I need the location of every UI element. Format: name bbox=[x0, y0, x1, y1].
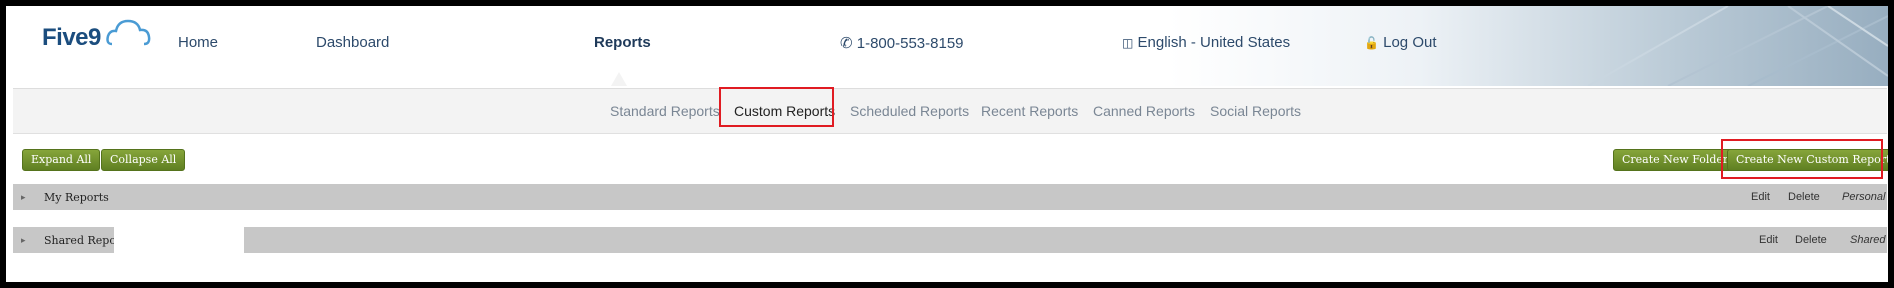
folder-delete-link[interactable]: Delete bbox=[1795, 234, 1827, 246]
logo-text: Five9 bbox=[42, 24, 101, 51]
folder-edit-link[interactable]: Edit bbox=[1751, 191, 1770, 203]
folder-scope: Personal bbox=[1842, 191, 1886, 203]
phone-number: 1-800-553-8159 bbox=[856, 35, 964, 52]
tab-recent-reports[interactable]: Recent Reports bbox=[981, 103, 1078, 119]
expand-arrow-icon[interactable]: ▸ bbox=[21, 235, 26, 246]
folder-row-my-reports[interactable]: ▸ My Reports Edit Delete Personal bbox=[13, 184, 1887, 210]
nav-reports[interactable]: Reports bbox=[594, 34, 651, 51]
tab-standard-reports[interactable]: Standard Reports bbox=[610, 103, 720, 119]
folder-row-shared-reports[interactable]: ▸ Shared Reports Edit Delete Shared bbox=[13, 227, 1887, 253]
nav-phone[interactable]: ✆ 1-800-553-8159 bbox=[840, 34, 964, 52]
cloud-icon bbox=[106, 19, 151, 46]
app-window: Five9 Home Dashboard Reports ✆ 1-800-553… bbox=[6, 6, 1888, 282]
folder-scope: Shared bbox=[1850, 234, 1886, 246]
reports-subnav: Standard Reports Custom Reports Schedule… bbox=[13, 88, 1887, 134]
tab-canned-reports[interactable]: Canned Reports bbox=[1093, 103, 1195, 119]
folder-name: My Reports bbox=[44, 191, 109, 204]
nav-dashboard[interactable]: Dashboard bbox=[316, 34, 389, 51]
tab-scheduled-reports[interactable]: Scheduled Reports bbox=[850, 103, 969, 119]
collapse-all-button[interactable]: Collapse All bbox=[101, 149, 186, 171]
folder-edit-link[interactable]: Edit bbox=[1759, 234, 1778, 246]
nav-home[interactable]: Home bbox=[178, 34, 218, 51]
logout-label: Log Out bbox=[1383, 34, 1437, 51]
nav-language[interactable]: ◫ English - United States bbox=[1122, 34, 1290, 51]
lock-icon: 🔓 bbox=[1364, 36, 1379, 50]
expand-all-button[interactable]: Expand All bbox=[22, 149, 101, 171]
custom-reports-highlight bbox=[719, 87, 834, 127]
expand-arrow-icon[interactable]: ▸ bbox=[21, 192, 26, 203]
create-new-folder-button[interactable]: Create New Folder bbox=[1613, 149, 1738, 171]
tab-social-reports[interactable]: Social Reports bbox=[1210, 103, 1301, 119]
language-label: English - United States bbox=[1137, 34, 1291, 51]
active-nav-caret bbox=[611, 72, 627, 86]
rendering-artifact bbox=[114, 227, 244, 253]
phone-icon: ✆ bbox=[840, 35, 853, 52]
top-header: Five9 Home Dashboard Reports ✆ 1-800-553… bbox=[6, 6, 1888, 86]
folder-delete-link[interactable]: Delete bbox=[1788, 191, 1820, 203]
language-icon: ◫ bbox=[1122, 36, 1134, 50]
nav-logout[interactable]: 🔓 Log Out bbox=[1364, 34, 1437, 51]
create-custom-report-highlight bbox=[1721, 139, 1883, 179]
